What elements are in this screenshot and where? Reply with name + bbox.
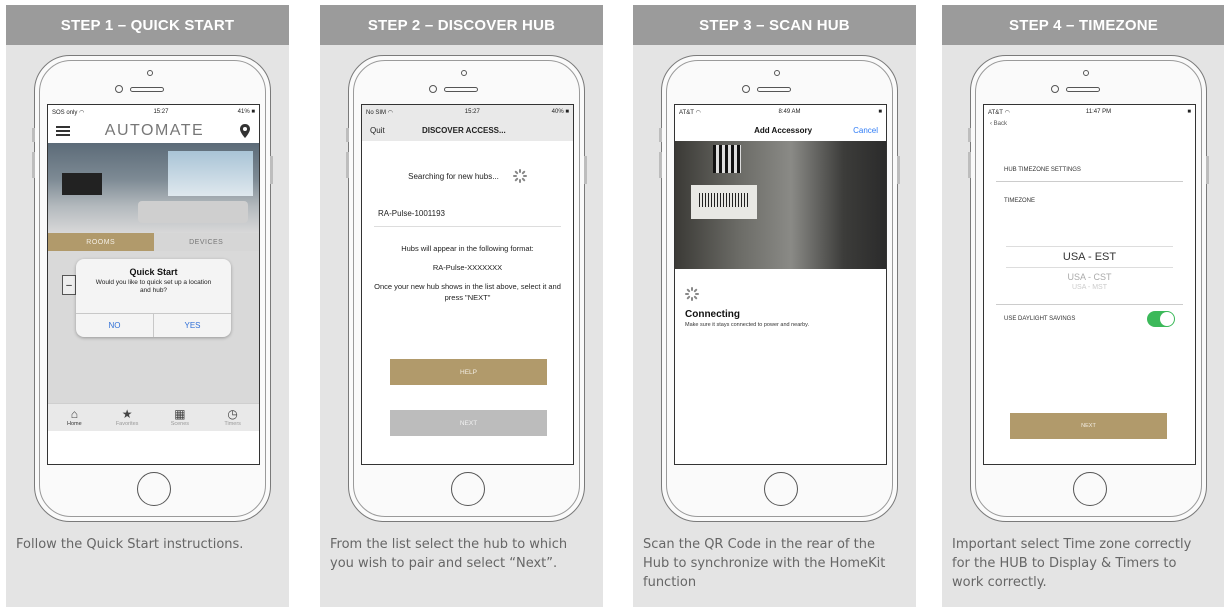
- home-button[interactable]: [764, 472, 798, 506]
- dialog-message: Would you like to quick set up a locatio…: [95, 279, 212, 294]
- picker-selected[interactable]: USA - EST: [1006, 246, 1173, 268]
- sensor-icon: [1051, 85, 1059, 93]
- quick-start-dialog: Quick Start Would you like to quick set …: [76, 259, 231, 337]
- nav-title: DISCOVER ACCESS...: [421, 125, 506, 135]
- bottom-tabbar: ⌂ Home ★ Favorites ▦ Scenes ◷ Timers: [48, 403, 259, 431]
- camera-viewfinder: [675, 141, 886, 269]
- tab-rooms[interactable]: ROOMS: [48, 233, 154, 251]
- speaker-grille: [130, 87, 164, 92]
- step-4-header: STEP 4 – TIMEZONE: [942, 5, 1224, 45]
- back-button[interactable]: ‹ Back: [984, 119, 1195, 129]
- film-icon: ▦: [174, 407, 186, 421]
- speaker-grille: [1066, 87, 1100, 92]
- connecting-label: Connecting: [685, 309, 740, 320]
- content-area: – Quick Start Would you like to quick se…: [48, 251, 259, 431]
- phone-screen: No SIM ◠ 15:27 40% ■ Quit DISCOVER ACCES…: [361, 104, 574, 465]
- phone-screen: AT&T ◠ 8:49 AM ■ Add Accessory Cancel Co…: [674, 104, 887, 465]
- step-4-caption: Important select Time zone correctly for…: [952, 537, 1192, 590]
- next-button[interactable]: NEXT: [390, 410, 547, 436]
- tabbar-item-favorites[interactable]: ★ Favorites: [101, 404, 154, 431]
- dst-toggle[interactable]: [1147, 311, 1175, 327]
- format-info: Hubs will appear in the following format…: [374, 244, 561, 302]
- picker-option[interactable]: USA - MST: [1006, 284, 1173, 290]
- dst-row: USE DAYLIGHT SAVINGS: [996, 304, 1183, 327]
- step-2-caption: From the list select the hub to which yo…: [330, 537, 568, 571]
- nav-bar: Add Accessory Cancel: [675, 119, 886, 141]
- location-pin-icon[interactable]: [239, 124, 251, 138]
- phone-screen: SOS only ◠ 15:27 41% ■ AUTOMATE ROOMS DE…: [47, 104, 260, 465]
- dst-label: USE DAYLIGHT SAVINGS: [1004, 316, 1076, 322]
- spinner-icon: [512, 169, 527, 183]
- dialog-title: Quick Start: [129, 267, 178, 277]
- help-button[interactable]: HELP: [390, 359, 547, 385]
- menu-icon[interactable]: [56, 126, 70, 136]
- qr-code: [713, 145, 741, 173]
- speaker-grille: [444, 87, 478, 92]
- picker-option[interactable]: USA - CST: [1006, 272, 1173, 282]
- phone-frame: AT&T ◠ 8:49 AM ■ Add Accessory Cancel Co…: [659, 55, 900, 522]
- hub-list-item[interactable]: RA-Pulse-1001193: [374, 209, 561, 227]
- phone-frame: SOS only ◠ 15:27 41% ■ AUTOMATE ROOMS DE…: [32, 55, 273, 522]
- no-button[interactable]: NO: [76, 314, 153, 337]
- quit-button[interactable]: Quit: [370, 126, 385, 135]
- home-icon: ⌂: [70, 407, 78, 421]
- camera-icon: [147, 70, 153, 76]
- step-1-header: STEP 1 – QUICK START: [6, 5, 289, 45]
- cancel-button[interactable]: Cancel: [853, 126, 878, 135]
- status-bar: AT&T ◠ 11:47 PM ■: [988, 109, 1191, 116]
- tabbar-item-scenes[interactable]: ▦ Scenes: [154, 404, 207, 431]
- settings-label: HUB TIMEZONE SETTINGS: [996, 167, 1183, 182]
- connecting-message: Make sure it stays connected to power an…: [685, 322, 810, 328]
- room-image: [48, 143, 259, 233]
- sensor-icon: [115, 85, 123, 93]
- nav-bar: Quit DISCOVER ACCESS...: [362, 119, 573, 141]
- step-3-caption: Scan the QR Code in the rear of the Hub …: [643, 537, 886, 590]
- camera-icon: [774, 70, 780, 76]
- tabbar-item-home[interactable]: ⌂ Home: [48, 404, 101, 431]
- star-icon: ★: [121, 407, 133, 421]
- step-1-caption: Follow the Quick Start instructions.: [16, 537, 244, 552]
- phone-frame: AT&T ◠ 11:47 PM ■ ‹ Back HUB TIMEZONE SE…: [968, 55, 1209, 522]
- status-bar: No SIM ◠ 15:27 40% ■: [362, 105, 573, 119]
- yes-button[interactable]: YES: [153, 314, 231, 337]
- step-2-panel: STEP 2 – DISCOVER HUB No SIM ◠ 15:27 40%…: [320, 5, 603, 607]
- status-bar: SOS only ◠ 15:27 41% ■: [52, 109, 255, 116]
- minus-icon: –: [62, 275, 76, 295]
- home-button[interactable]: [137, 472, 171, 506]
- camera-icon: [1083, 70, 1089, 76]
- step-4-panel: STEP 4 – TIMEZONE AT&T ◠ 11:47 PM ■ ‹ Ba…: [942, 5, 1224, 607]
- connection-status: Connecting Make sure it stays connected …: [675, 269, 886, 328]
- phone-screen: AT&T ◠ 11:47 PM ■ ‹ Back HUB TIMEZONE SE…: [983, 104, 1196, 465]
- camera-icon: [461, 70, 467, 76]
- app-nav: AUTOMATE: [48, 119, 259, 143]
- segment-tabs: ROOMS DEVICES: [48, 233, 259, 251]
- tabbar-item-timers[interactable]: ◷ Timers: [206, 404, 259, 431]
- timezone-picker[interactable]: USA - EST USA - CST USA - MST: [1006, 246, 1173, 290]
- step-3-panel: STEP 3 – SCAN HUB AT&T ◠ 8:49 AM ■ Add A…: [633, 5, 916, 607]
- timezone-label: TIMEZONE: [1004, 198, 1035, 204]
- tab-devices[interactable]: DEVICES: [153, 233, 259, 251]
- nav-title: Add Accessory: [754, 125, 813, 135]
- clock-icon: ◷: [227, 407, 238, 421]
- step-1-panel: STEP 1 – QUICK START SOS only ◠ 15:27 41…: [6, 5, 289, 607]
- app-logo: AUTOMATE: [104, 122, 205, 139]
- home-button[interactable]: [451, 472, 485, 506]
- spinner-icon: [685, 287, 699, 301]
- step-3-header: STEP 3 – SCAN HUB: [633, 5, 916, 45]
- home-button[interactable]: [1073, 472, 1107, 506]
- phone-frame: No SIM ◠ 15:27 40% ■ Quit DISCOVER ACCES…: [346, 55, 587, 522]
- sensor-icon: [742, 85, 750, 93]
- barcode: [699, 193, 749, 207]
- speaker-grille: [757, 87, 791, 92]
- search-status: Searching for new hubs...: [362, 151, 573, 201]
- next-button[interactable]: NEXT: [1010, 413, 1167, 439]
- status-bar: AT&T ◠ 8:49 AM ■: [679, 109, 882, 116]
- step-2-header: STEP 2 – DISCOVER HUB: [320, 5, 603, 45]
- sensor-icon: [429, 85, 437, 93]
